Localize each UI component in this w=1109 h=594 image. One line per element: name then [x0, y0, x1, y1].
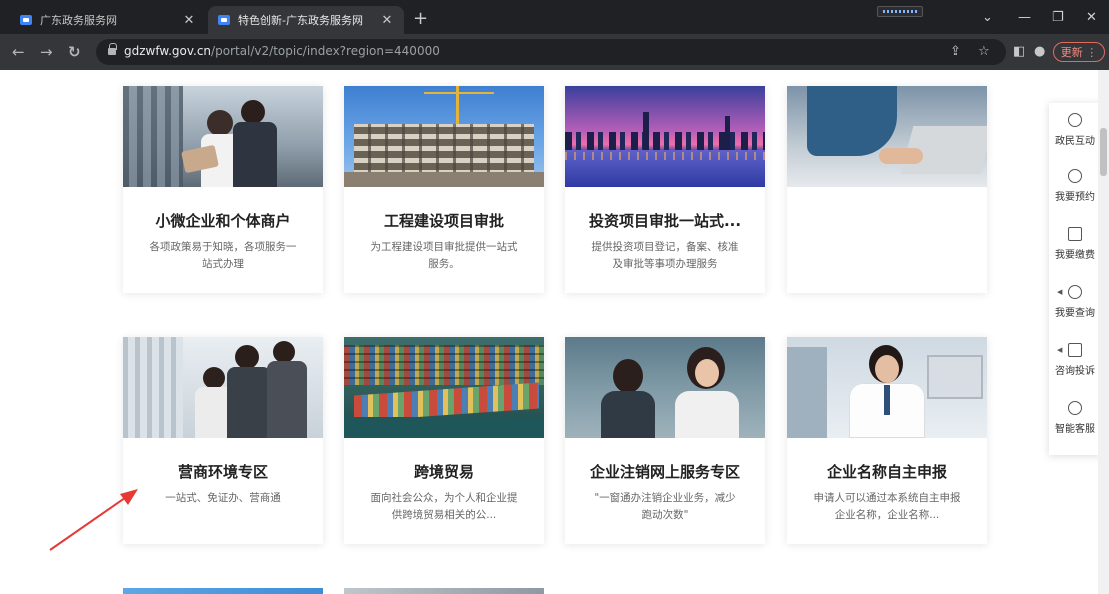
card-image [565, 86, 765, 187]
browser-tab-active[interactable]: 特色创新-广东政务服务网 ✕ [208, 6, 404, 34]
service-card-company-name-declaration[interactable]: 企业名称自主申报 申请人可以通过本系统自主申报企业名称，企业名称... [787, 337, 987, 544]
card-image [787, 337, 987, 438]
tab-close-icon[interactable]: ✕ [380, 13, 394, 28]
card-image [787, 86, 987, 187]
tab-search-icon[interactable]: ⌄ [982, 10, 993, 25]
sidebar-item-label: 咨询投诉 [1055, 366, 1095, 377]
card-image [123, 86, 323, 187]
annotation-arrow [49, 489, 138, 551]
url-text[interactable]: gdzwfw.gov.cn/portal/v2/topic/index?regi… [124, 44, 440, 58]
scrollbar-thumb[interactable] [1100, 128, 1107, 176]
browser-tab[interactable]: 广东政务服务网 ✕ [10, 6, 206, 34]
back-icon[interactable]: ← [12, 43, 25, 61]
sidebar-item-appointment[interactable]: 我要预约 [1049, 159, 1101, 209]
update-button[interactable]: 更新 ⋮ [1053, 42, 1105, 62]
card-title: 企业名称自主申报 [826, 463, 947, 481]
tab-title: 广东政务服务网 [40, 14, 117, 27]
address-bar[interactable]: gdzwfw.gov.cn/portal/v2/topic/index?regi… [96, 39, 1006, 65]
headset-icon [1068, 401, 1082, 415]
sidebar-item-label: 我要查询 [1055, 308, 1095, 319]
page-content: 小微企业和个体商户 各项政策易于知晓，各项服务一站式办理 工程建设项目审批 为工… [0, 70, 1109, 594]
card-image [565, 337, 765, 438]
browser-tab-bar: 广东政务服务网 ✕ 特色创新-广东政务服务网 ✕ + ⌄ — ❐ ✕ [0, 0, 1109, 34]
message-icon [1068, 343, 1082, 357]
card-title: 小微企业和个体商户 [155, 212, 291, 230]
tab-title: 特色创新-广东政务服务网 [238, 14, 363, 27]
card-image-partial [123, 588, 323, 594]
tab-close-icon[interactable]: ✕ [182, 13, 196, 28]
card-image-partial [344, 588, 544, 594]
card-image [344, 337, 544, 438]
site-favicon-icon [218, 14, 230, 26]
card-title: 投资项目审批一站式... [588, 212, 742, 230]
site-favicon-icon [20, 14, 32, 26]
sidebar-item-smart-service[interactable]: 智能客服 [1049, 391, 1101, 441]
card-description: 为工程建设项目审批提供一站式服务。 [370, 241, 518, 270]
close-window-icon[interactable]: ✕ [1086, 10, 1097, 25]
service-card-construction-approval[interactable]: 工程建设项目审批 为工程建设项目审批提供一站式服务。 [344, 86, 544, 293]
sidebar-item-complaint[interactable]: ◀ 咨询投诉 [1049, 333, 1101, 383]
memory-indicator-icon [877, 6, 923, 17]
service-card-company-deregistration[interactable]: 企业注销网上服务专区 "一窗通办注销企业业务，减少 跑动次数" [565, 337, 765, 544]
service-card-investment-approval[interactable]: 投资项目审批一站式... 提供投资项目登记，备案、核准及审批等事项办理服务 [565, 86, 765, 293]
profile-icon[interactable]: ● [1034, 44, 1045, 59]
card-title: 工程建设项目审批 [383, 212, 504, 230]
restore-icon[interactable]: ❐ [1052, 10, 1064, 25]
card-description: 提供投资项目登记，备案、核准及审批等事项办理服务 [591, 241, 739, 270]
card-title: 跨境贸易 [413, 463, 474, 481]
card-description: 各项政策易于知晓，各项服务一站式办理 [149, 241, 297, 270]
card-description: "一窗通办注销企业业务，减少 跑动次数" [594, 492, 736, 521]
service-card-cross-border-trade[interactable]: 跨境贸易 面向社会公众，为个人和企业提供跨境贸易相关的公... [344, 337, 544, 544]
search-icon [1068, 285, 1082, 299]
sidebar-item-interaction[interactable]: 政民互动 [1049, 103, 1101, 153]
bookmark-star-icon[interactable]: ☆ [978, 44, 990, 59]
card-description: 一站式、免证办、营商通 [165, 492, 281, 504]
clock-icon [1068, 169, 1082, 183]
card-description: 申请人可以通过本系统自主申报企业名称，企业名称... [813, 492, 961, 521]
minimize-icon[interactable]: — [1018, 10, 1031, 25]
card-image [123, 337, 323, 438]
caret-left-icon: ◀ [1057, 288, 1063, 296]
chat-icon [1068, 113, 1082, 127]
sidebar-item-label: 我要预约 [1055, 192, 1095, 203]
share-icon[interactable]: ⇪ [950, 44, 961, 59]
service-card-unnamed[interactable] [787, 86, 987, 293]
side-panel-icon[interactable]: ◧ [1013, 44, 1025, 59]
card-image [344, 86, 544, 187]
sidebar-item-query[interactable]: ◀ 我要查询 [1049, 275, 1101, 325]
sidebar-item-label: 政民互动 [1055, 136, 1095, 147]
card-title: 营商环境专区 [177, 463, 268, 481]
payment-icon [1068, 227, 1082, 241]
service-card-small-business[interactable]: 小微企业和个体商户 各项政策易于知晓，各项服务一站式办理 [123, 86, 323, 293]
reload-icon[interactable]: ↻ [68, 43, 81, 61]
forward-icon[interactable]: → [40, 43, 53, 61]
caret-left-icon: ◀ [1057, 346, 1063, 354]
card-description: 面向社会公众，为个人和企业提供跨境贸易相关的公... [370, 492, 518, 521]
sidebar-item-payment[interactable]: 我要缴费 [1049, 217, 1101, 267]
lock-icon [108, 43, 117, 56]
sidebar-item-label: 智能客服 [1055, 424, 1095, 435]
browser-toolbar: ← → ↻ gdzwfw.gov.cn/portal/v2/topic/inde… [0, 34, 1109, 70]
sidebar-item-label: 我要缴费 [1055, 250, 1095, 261]
floating-service-toolbar: 政民互动 我要预约 我要缴费 ◀ 我要查询 ◀ 咨询投诉 智能客服 [1049, 103, 1101, 455]
card-title: 企业注销网上服务专区 [589, 463, 740, 481]
new-tab-button[interactable]: + [413, 8, 428, 29]
